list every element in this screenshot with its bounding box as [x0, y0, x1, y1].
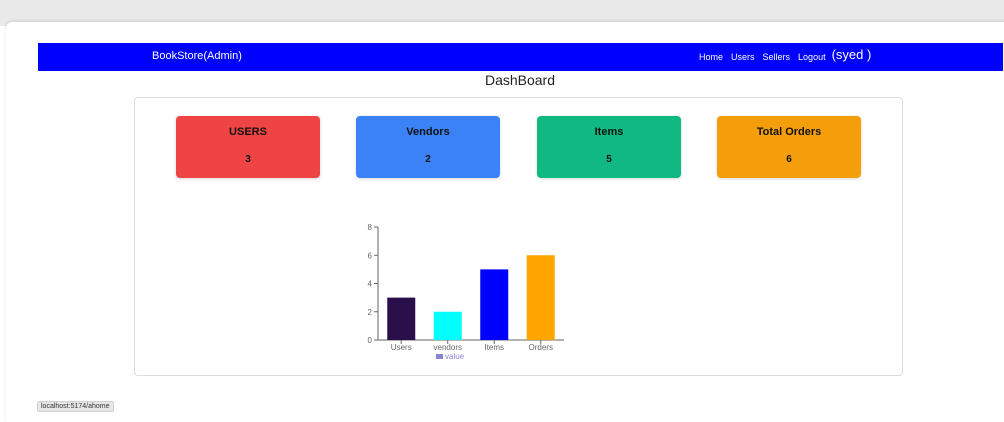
x-tick-label: Items: [484, 343, 504, 352]
legend-swatch: [436, 354, 443, 359]
legend-label: value: [445, 352, 465, 361]
x-tick-label: Orders: [529, 343, 553, 352]
y-tick-label: 4: [368, 280, 373, 289]
y-tick-label: 6: [368, 251, 373, 260]
bar-chart: 0 2 4 6 8 Users vendors Items Orders value: [368, 223, 564, 361]
y-tick-label: 2: [368, 308, 373, 317]
x-tick-label: vendors: [434, 343, 462, 352]
status-bar-url: localhost:5174/ahome: [37, 401, 114, 412]
y-tick-label: 8: [368, 223, 373, 232]
y-tick-label: 0: [368, 336, 373, 345]
bar-users: [387, 297, 416, 340]
bar-items: [480, 269, 509, 340]
bar-vendors: [433, 311, 462, 340]
bar-orders: [526, 255, 555, 340]
x-tick-label: Users: [391, 343, 412, 352]
